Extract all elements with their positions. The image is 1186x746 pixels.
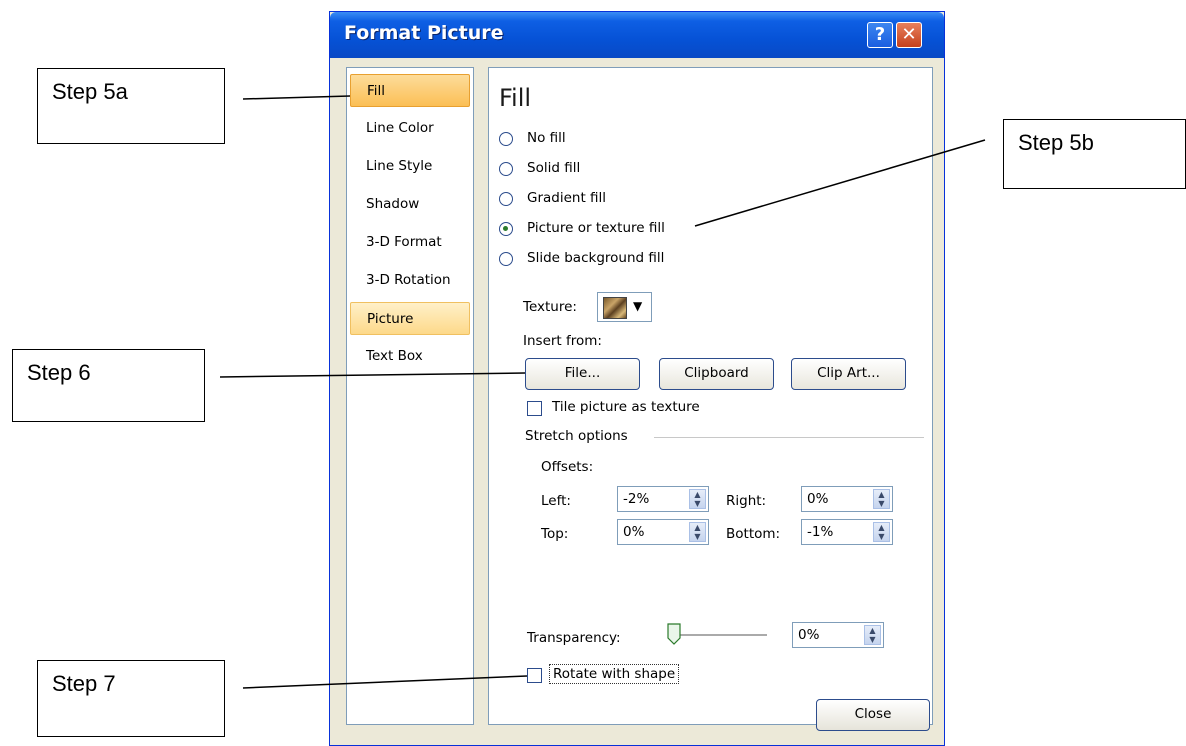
stretch-options-label: Stretch options xyxy=(525,428,628,444)
spinner-icon[interactable]: ▲ ▼ xyxy=(689,489,706,509)
spinner-icon[interactable]: ▲ ▼ xyxy=(873,489,890,509)
spinner-icon[interactable]: ▲ ▼ xyxy=(864,625,881,645)
clipboard-button[interactable]: Clipboard xyxy=(659,358,774,390)
nav-item-line-color[interactable]: Line Color xyxy=(350,112,470,145)
offset-right-label: Right: xyxy=(726,493,767,509)
transparency-slider-track[interactable] xyxy=(675,634,767,637)
offset-left-label: Left: xyxy=(541,493,571,509)
rotate-with-shape-checkbox[interactable] xyxy=(527,668,542,683)
spinner-icon[interactable]: ▲ ▼ xyxy=(873,522,890,542)
nav-item-line-style[interactable]: Line Style xyxy=(350,150,470,183)
offsets-label: Offsets: xyxy=(541,459,594,475)
radio-button-selected[interactable] xyxy=(499,222,513,236)
radio-label: Picture or texture fill xyxy=(527,220,665,236)
callout-step-5b: Step 5b xyxy=(1003,119,1186,189)
transparency-field[interactable]: 0% ▲ ▼ xyxy=(792,622,884,648)
offset-bottom-label: Bottom: xyxy=(726,526,781,542)
nav-item-fill[interactable]: Fill xyxy=(350,74,470,107)
callout-step-6: Step 6 xyxy=(12,349,205,422)
chevron-down-icon: ▼ xyxy=(633,299,643,313)
dialog-title: Format Picture xyxy=(344,22,504,44)
offset-top-value: 0% xyxy=(623,524,645,540)
fill-panel: Fill No fill Solid fill Gradient fill Pi… xyxy=(488,67,933,725)
close-button[interactable]: Close xyxy=(816,699,930,731)
nav-item-text-box[interactable]: Text Box xyxy=(350,340,470,373)
format-picture-dialog: Format Picture ? ✕ Fill Line Color Line … xyxy=(329,11,945,746)
offset-right-value: 0% xyxy=(807,491,829,507)
offset-top-field[interactable]: 0% ▲ ▼ xyxy=(617,519,709,545)
transparency-value: 0% xyxy=(798,627,820,643)
help-button[interactable]: ? xyxy=(867,22,893,48)
radio-label: Gradient fill xyxy=(527,190,607,206)
offset-bottom-value: -1% xyxy=(807,524,834,540)
tile-label: Tile picture as texture xyxy=(552,399,700,415)
texture-dropdown[interactable]: ▼ xyxy=(597,292,652,322)
insert-from-label: Insert from: xyxy=(523,333,602,349)
nav-item-shadow[interactable]: Shadow xyxy=(350,188,470,221)
spinner-icon[interactable]: ▲ ▼ xyxy=(689,522,706,542)
offset-left-value: -2% xyxy=(623,491,650,507)
offset-bottom-field[interactable]: -1% ▲ ▼ xyxy=(801,519,893,545)
callout-step-5a: Step 5a xyxy=(37,68,225,144)
offset-left-field[interactable]: -2% ▲ ▼ xyxy=(617,486,709,512)
radio-button[interactable] xyxy=(499,192,513,206)
nav-item-3d-rotation[interactable]: 3-D Rotation xyxy=(350,264,470,297)
texture-label: Texture: xyxy=(523,299,577,315)
clip-art-button[interactable]: Clip Art... xyxy=(791,358,906,390)
category-list: Fill Line Color Line Style Shadow 3-D Fo… xyxy=(346,67,474,725)
fill-heading: Fill xyxy=(499,84,532,112)
rotate-with-shape-label: Rotate with shape xyxy=(549,664,680,684)
radio-button[interactable] xyxy=(499,252,513,266)
transparency-label: Transparency: xyxy=(527,630,621,646)
radio-button[interactable] xyxy=(499,162,513,176)
title-bar[interactable]: Format Picture ? ✕ xyxy=(330,12,944,58)
nav-item-3d-format[interactable]: 3-D Format xyxy=(350,226,470,259)
offset-top-label: Top: xyxy=(541,526,569,542)
radio-label: No fill xyxy=(527,130,566,146)
title-close-button[interactable]: ✕ xyxy=(896,22,922,48)
section-divider xyxy=(654,437,924,438)
nav-item-picture[interactable]: Picture xyxy=(350,302,470,335)
radio-label: Slide background fill xyxy=(527,250,665,266)
tile-checkbox[interactable] xyxy=(527,401,542,416)
transparency-slider-thumb[interactable] xyxy=(667,623,681,645)
callout-step-7: Step 7 xyxy=(37,660,225,737)
file-button[interactable]: File... xyxy=(525,358,640,390)
offset-right-field[interactable]: 0% ▲ ▼ xyxy=(801,486,893,512)
radio-label: Solid fill xyxy=(527,160,581,176)
radio-button[interactable] xyxy=(499,132,513,146)
texture-swatch-icon xyxy=(603,297,627,319)
